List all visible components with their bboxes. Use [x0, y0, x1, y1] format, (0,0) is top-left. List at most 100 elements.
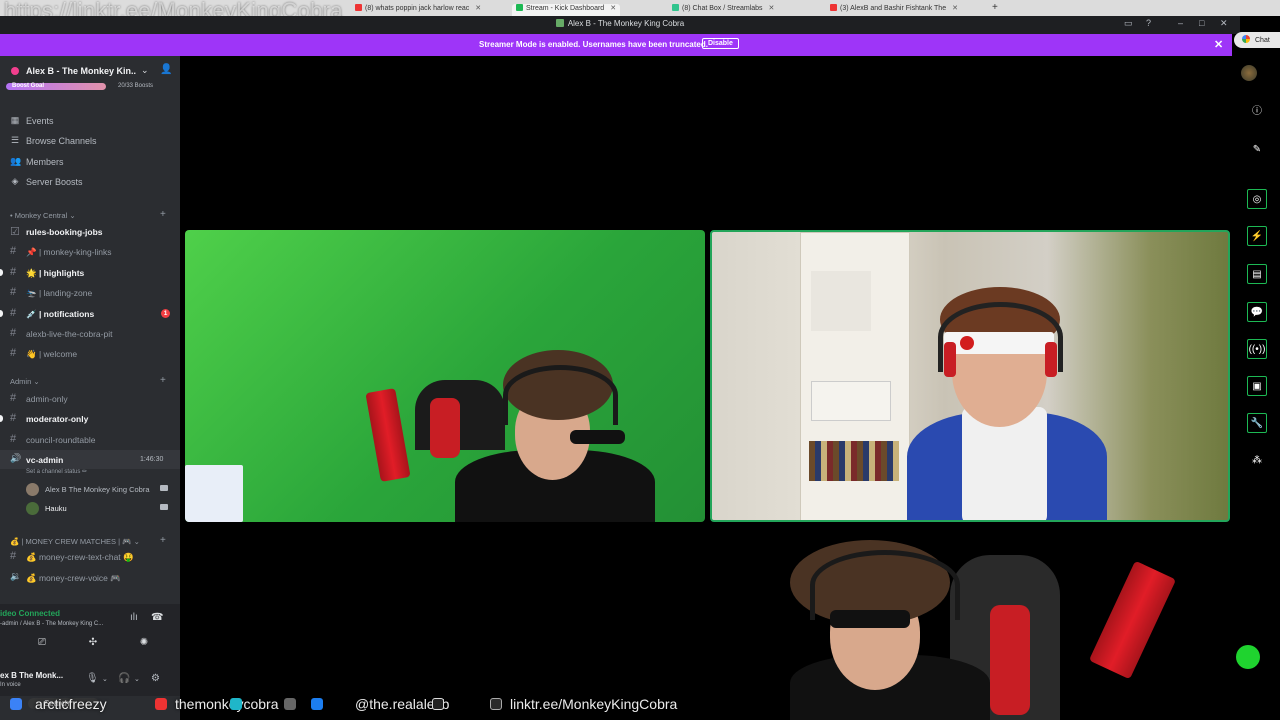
- rules-icon: ☑: [10, 226, 20, 238]
- chrome-icon: [1242, 35, 1250, 43]
- tab-label: (3) AlexB and Bashir Fishtank The: [840, 5, 947, 12]
- browser-tab-2[interactable]: Stream - Kick Dashboard ✕: [512, 4, 621, 16]
- browser-tab-1[interactable]: (8) whats poppin jack harlow reac ✕: [355, 4, 481, 16]
- app-taskbar-icon[interactable]: [311, 698, 323, 710]
- channel-money-crew-voice[interactable]: 🔉 💰 money-crew-voice 🎮: [0, 568, 180, 587]
- category-admin[interactable]: Admin ⌄ +: [0, 374, 180, 388]
- channel-money-crew-text-chat[interactable]: # 💰 money-crew-text-chat 🤑: [0, 547, 180, 566]
- chevron-down-icon: ⌄: [33, 377, 40, 386]
- avatar[interactable]: [1241, 65, 1257, 81]
- channel-label: 🌟 | highlights: [26, 268, 85, 278]
- close-tab-icon[interactable]: ✕: [610, 5, 616, 12]
- channel-monkey-king-links[interactable]: # 📌 | monkey-king-links: [0, 242, 180, 261]
- activities-icon[interactable]: ✣: [86, 637, 100, 651]
- close-tab-icon[interactable]: ✕: [769, 5, 775, 12]
- overlay-handle-2: themonkeycobra: [175, 696, 279, 712]
- headphones-icon[interactable]: 🎧: [118, 673, 130, 684]
- share-icon[interactable]: ⁂: [1247, 451, 1267, 471]
- channel-rules-booking-jobs[interactable]: ☑ rules-booking-jobs: [0, 222, 180, 241]
- microphone-icon[interactable]: 🎙: [86, 673, 99, 684]
- maximize-button[interactable]: □: [1199, 18, 1204, 28]
- boost-icon: ◈: [11, 176, 19, 186]
- close-tab-icon[interactable]: ✕: [475, 5, 481, 12]
- channel-landing-zone[interactable]: # 🛬 | landing-zone: [0, 283, 180, 302]
- voice-channel-vc-admin[interactable]: 🔊 vc-admin 1:46:30: [0, 450, 180, 469]
- channel-alexb-live-the-cobra-pit[interactable]: # alexb-live-the-cobra-pit: [0, 324, 180, 343]
- signal-icon[interactable]: ılı: [130, 612, 138, 623]
- gear-icon[interactable]: ⚙: [151, 673, 160, 684]
- app-taskbar-icon[interactable]: [432, 698, 444, 710]
- browser-tab-3[interactable]: (8) Chat Box / Streamlabs ✕: [672, 4, 774, 16]
- chair-accent: [990, 605, 1030, 715]
- invite-people-icon[interactable]: 👤: [160, 64, 172, 75]
- app-taskbar-icon[interactable]: [230, 698, 242, 710]
- create-channel-icon[interactable]: +: [160, 375, 166, 386]
- nav-events[interactable]: ▦ Events: [0, 112, 180, 130]
- channel-admin-only[interactable]: # admin-only: [0, 389, 180, 408]
- voice-connection-panel: ideo Connected -admin / Alex B - The Mon…: [0, 604, 180, 666]
- nav-server-boosts[interactable]: ◈ Server Boosts: [0, 173, 180, 191]
- app-taskbar-icon[interactable]: [284, 698, 296, 710]
- browser-chat-button[interactable]: Chat: [1234, 32, 1280, 48]
- browser-tab-4[interactable]: (3) AlexB and Bashir Fishtank The ✕: [830, 4, 958, 16]
- disable-streamer-mode-button[interactable]: Disable: [702, 38, 739, 49]
- screen-share-icon[interactable]: ⎚: [35, 637, 49, 651]
- document-icon[interactable]: ▤: [1247, 264, 1267, 284]
- category-monkey-central[interactable]: • Monkey Central ⌄ +: [0, 208, 180, 222]
- streamer-mode-banner: Streamer Mode is enabled. Usernames have…: [0, 34, 1232, 56]
- channel-welcome[interactable]: # 👋 | welcome: [0, 344, 180, 363]
- close-window-button[interactable]: ✕: [1220, 18, 1228, 29]
- chevron-down-icon[interactable]: ⌄: [102, 675, 108, 683]
- channel-council-roundtable[interactable]: # council-roundtable: [0, 430, 180, 449]
- capture-icon[interactable]: ◎: [1247, 189, 1267, 209]
- chat-bubble-icon[interactable]: 💬: [1247, 302, 1267, 322]
- wrench-icon[interactable]: 🔧: [1247, 413, 1267, 433]
- info-icon[interactable]: ⓘ: [1247, 102, 1267, 122]
- video-tile-alex-b[interactable]: [185, 230, 705, 522]
- chair-accent: [430, 398, 460, 458]
- text-channel-icon: #: [10, 392, 17, 404]
- broadcast-icon[interactable]: ((•)): [1247, 339, 1267, 359]
- minimize-button[interactable]: –: [1178, 18, 1183, 28]
- inbox-icon[interactable]: ▭: [1124, 18, 1133, 29]
- app-logo-icon: [555, 19, 564, 27]
- channel-status-hint[interactable]: Set a channel status ✏: [26, 468, 87, 475]
- chevron-down-icon[interactable]: ⌄: [141, 65, 149, 76]
- app-taskbar-icon[interactable]: [155, 698, 167, 710]
- user-name[interactable]: ex B The Monk...: [0, 671, 63, 680]
- unread-indicator: [0, 415, 3, 422]
- help-icon[interactable]: ?: [1146, 18, 1151, 28]
- channel-highlights[interactable]: # 🌟 | highlights: [0, 263, 180, 282]
- chevron-down-icon[interactable]: ⌄: [134, 675, 140, 683]
- new-tab-button[interactable]: +: [992, 2, 998, 14]
- server-icon: [11, 67, 19, 75]
- app-taskbar-icon[interactable]: [490, 698, 502, 710]
- windows-start-icon[interactable]: [10, 698, 22, 710]
- voice-user[interactable]: Alex B The Monkey King Cobra: [24, 480, 174, 498]
- edit-icon[interactable]: ✎: [1247, 140, 1267, 160]
- voice-user[interactable]: Hauku: [24, 499, 174, 517]
- disconnect-icon[interactable]: ☎: [151, 612, 163, 623]
- calligraphy-scroll: [811, 381, 891, 421]
- close-tab-icon[interactable]: ✕: [952, 5, 958, 12]
- voice-duration: 1:46:30: [140, 456, 164, 463]
- nav-browse-channels[interactable]: ☰ Browse Channels: [0, 132, 180, 150]
- category-money-crew[interactable]: 💰 | MONEY CREW MATCHES | 🎮 ⌄ +: [0, 534, 180, 548]
- nav-members[interactable]: 👥 Members: [0, 153, 180, 171]
- create-channel-icon[interactable]: +: [160, 209, 166, 220]
- camera-icon: [160, 485, 168, 491]
- nav-label: Members: [26, 157, 64, 167]
- channel-moderator-only[interactable]: # moderator-only: [0, 409, 180, 428]
- category-label: 💰 | MONEY CREW MATCHES | 🎮: [10, 537, 132, 546]
- channel-notifications[interactable]: # 💉 | notifications 1: [0, 304, 180, 323]
- boost-goal[interactable]: Boost Goal 20/33 Boosts: [6, 82, 174, 92]
- create-channel-icon[interactable]: +: [160, 535, 166, 546]
- soundboard-icon[interactable]: ✺: [137, 637, 151, 651]
- close-banner-icon[interactable]: ✕: [1214, 38, 1223, 51]
- lightning-icon[interactable]: ⚡: [1247, 226, 1267, 246]
- video-tile-hauku[interactable]: [710, 230, 1230, 522]
- overlay-handle-4: linktr.ee/MonkeyKingCobra: [510, 696, 678, 712]
- voice-channel-path[interactable]: -admin / Alex B - The Monkey King C...: [0, 621, 103, 627]
- layout-icon[interactable]: ▣: [1247, 376, 1267, 396]
- kick-icon: [516, 4, 523, 11]
